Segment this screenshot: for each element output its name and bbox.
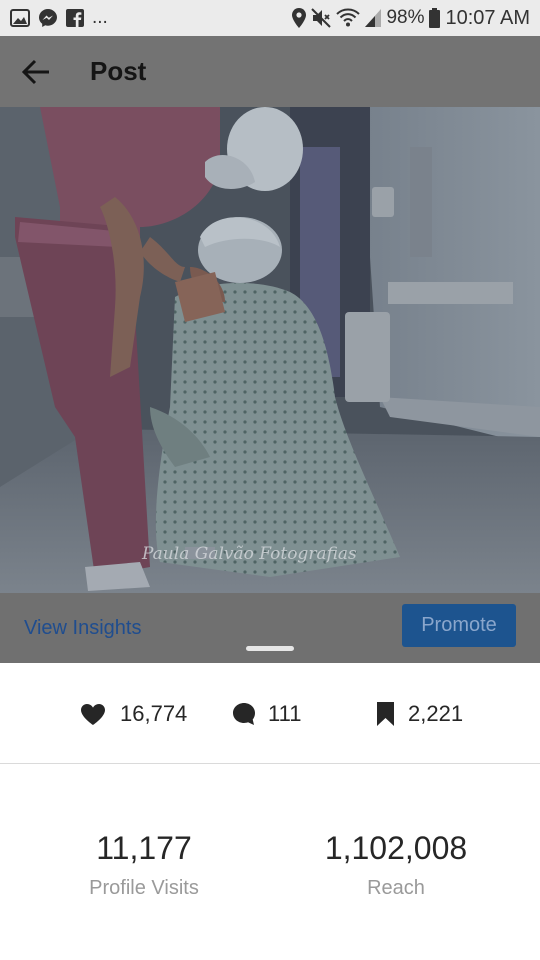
notification-overflow: ...: [92, 7, 108, 28]
signal-icon: [365, 9, 382, 27]
facebook-icon: [66, 9, 84, 27]
likes-stat: 16,774: [80, 701, 187, 727]
promote-button[interactable]: Promote: [402, 604, 516, 647]
metric-label: Profile Visits: [89, 877, 199, 899]
post-photo-illustration: Paula Galvão Fotografias: [0, 107, 540, 593]
sheet-drag-handle[interactable]: [246, 646, 294, 651]
comment-icon: [232, 702, 256, 726]
photo-watermark: Paula Galvão Fotografias: [141, 544, 357, 564]
metric-profile-visits: 11,177 Profile Visits: [14, 830, 274, 900]
comments-count: 111: [268, 701, 302, 726]
metric-value: 11,177: [96, 830, 192, 866]
status-bar-left: ...: [10, 7, 108, 29]
back-arrow-icon[interactable]: [21, 57, 51, 87]
image-icon: [10, 9, 30, 27]
heart-icon: [80, 703, 106, 726]
bookmark-icon: [377, 702, 394, 726]
metric-reach: 1,102,008 Reach: [266, 830, 526, 900]
metric-label: Reach: [367, 877, 425, 899]
app-bar: Post: [0, 36, 540, 107]
view-insights-link[interactable]: View Insights: [24, 617, 141, 640]
status-bar: ... 98% 10:07 AM: [0, 0, 540, 36]
battery-icon: [429, 8, 441, 28]
comments-stat: 111: [232, 701, 301, 727]
location-icon: [292, 8, 307, 28]
battery-percentage: 98%: [386, 7, 425, 28]
messenger-icon: [38, 8, 58, 28]
post-photo[interactable]: Paula Galvão Fotografias: [0, 107, 540, 593]
likes-count: 16,774: [120, 701, 188, 726]
mute-icon: [311, 8, 332, 28]
status-bar-right: 98% 10:07 AM: [292, 7, 530, 30]
post-actions-bar: View Insights Promote: [0, 593, 540, 663]
wifi-icon: [336, 8, 361, 28]
clock: 10:07 AM: [445, 6, 530, 29]
page-title: Post: [90, 56, 147, 86]
engagement-stats: 16,774 111 2,221: [0, 663, 540, 764]
saves-count: 2,221: [408, 701, 464, 726]
saves-stat: 2,221: [377, 701, 463, 727]
metric-value: 1,102,008: [324, 830, 468, 866]
insight-metrics: 11,177 Profile Visits 1,102,008 Reach: [0, 764, 540, 960]
